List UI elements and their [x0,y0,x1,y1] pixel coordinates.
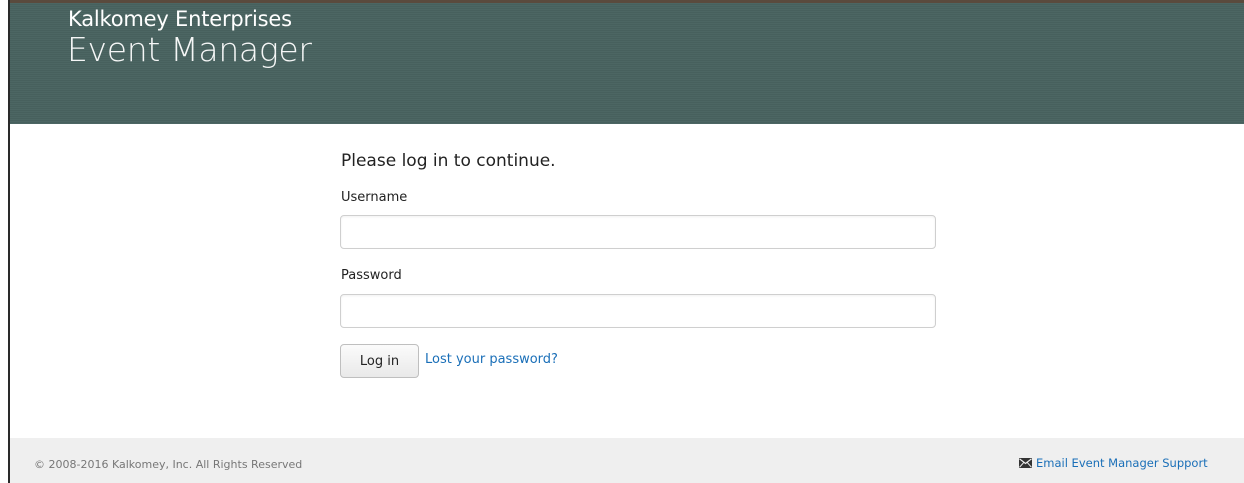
main-content [10,124,1244,438]
copyright-text: © 2008-2016 Kalkomey, Inc. All Rights Re… [34,458,303,471]
envelope-icon [1019,458,1032,468]
email-support-label: Email Event Manager Support [1036,456,1208,470]
password-label: Password [341,268,402,283]
password-input[interactable] [340,294,936,328]
login-prompt: Please log in to continue. [341,151,556,171]
email-support-link[interactable]: Email Event Manager Support [1019,456,1208,470]
username-label: Username [341,190,408,205]
username-input[interactable] [340,215,936,249]
company-name: Kalkomey Enterprises [68,7,292,31]
app-title: Event Manager [67,30,312,69]
header-top-strip [10,0,1244,3]
lost-password-link[interactable]: Lost your password? [425,352,558,367]
login-page: Kalkomey Enterprises Event Manager Pleas… [0,0,1244,483]
login-button[interactable]: Log in [340,344,419,378]
